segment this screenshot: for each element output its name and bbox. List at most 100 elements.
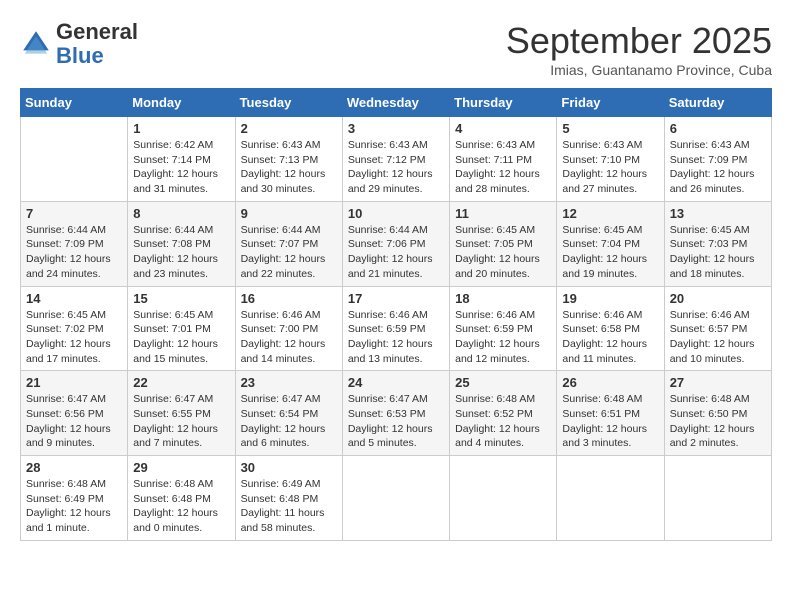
day-number: 17 [348,291,444,306]
day-info: Sunrise: 6:48 AM Sunset: 6:51 PM Dayligh… [562,392,658,451]
day-info: Sunrise: 6:49 AM Sunset: 6:48 PM Dayligh… [241,477,337,536]
day-of-week-header: Monday [128,89,235,117]
calendar-cell: 26 Sunrise: 6:48 AM Sunset: 6:51 PM Dayli… [557,371,664,456]
calendar-cell: 19Sunrise: 6:46 AM Sunset: 6:58 PM Dayli… [557,286,664,371]
logo-general: General [56,19,138,44]
day-info: Sunrise: 6:44 AM Sunset: 7:07 PM Dayligh… [241,223,337,282]
calendar-cell: 28Sunrise: 6:48 AM Sunset: 6:49 PM Dayli… [21,456,128,541]
day-number: 6 [670,121,766,136]
calendar-cell: 10 Sunrise: 6:44 AM Sunset: 7:06 PM Dayli… [342,201,449,286]
day-info: Sunrise: 6:46 AM Sunset: 6:59 PM Dayligh… [455,308,551,367]
day-number: 4 [455,121,551,136]
location: Imias, Guantanamo Province, Cuba [506,62,772,78]
calendar-cell: 3 Sunrise: 6:43 AM Sunset: 7:12 PM Daylig… [342,117,449,202]
calendar-cell: 17 Sunrise: 6:46 AM Sunset: 6:59 PM Dayli… [342,286,449,371]
logo-blue: Blue [56,43,104,68]
day-number: 10 [348,206,444,221]
day-number: 18 [455,291,551,306]
day-info: Sunrise: 6:48 AM Sunset: 6:50 PM Dayligh… [670,392,766,451]
day-number: 12 [562,206,658,221]
day-info: Sunrise: 6:47 AM Sunset: 6:55 PM Dayligh… [133,392,229,451]
calendar-header-row: SundayMondayTuesdayWednesdayThursdayFrid… [21,89,772,117]
calendar-table: SundayMondayTuesdayWednesdayThursdayFrid… [20,88,772,541]
day-number: 1 [133,121,229,136]
day-info: Sunrise: 6:44 AM Sunset: 7:08 PM Dayligh… [133,223,229,282]
day-number: 22 [133,375,229,390]
day-info: Sunrise: 6:43 AM Sunset: 7:12 PM Dayligh… [348,138,444,197]
calendar-cell: 14 Sunrise: 6:45 AM Sunset: 7:02 PM Dayli… [21,286,128,371]
day-number: 16 [241,291,337,306]
day-info: Sunrise: 6:44 AM Sunset: 7:06 PM Dayligh… [348,223,444,282]
calendar-cell: 23Sunrise: 6:47 AM Sunset: 6:54 PM Dayli… [235,371,342,456]
calendar-cell: 1 Sunrise: 6:42 AM Sunset: 7:14 PM Daylig… [128,117,235,202]
day-info: Sunrise: 6:48 AM Sunset: 6:52 PM Dayligh… [455,392,551,451]
day-number: 29 [133,460,229,475]
day-of-week-header: Wednesday [342,89,449,117]
day-info: Sunrise: 6:45 AM Sunset: 7:01 PM Dayligh… [133,308,229,367]
calendar-cell: 27 Sunrise: 6:48 AM Sunset: 6:50 PM Dayli… [664,371,771,456]
calendar-cell: 21Sunrise: 6:47 AM Sunset: 6:56 PM Dayli… [21,371,128,456]
calendar-cell [342,456,449,541]
day-number: 11 [455,206,551,221]
day-number: 3 [348,121,444,136]
logo-icon [20,28,52,60]
calendar-cell: 29Sunrise: 6:48 AM Sunset: 6:48 PM Dayli… [128,456,235,541]
calendar-cell: 20Sunrise: 6:46 AM Sunset: 6:57 PM Dayli… [664,286,771,371]
calendar-cell: 6Sunrise: 6:43 AM Sunset: 7:09 PM Daylig… [664,117,771,202]
calendar-cell: 4 Sunrise: 6:43 AM Sunset: 7:11 PM Daylig… [450,117,557,202]
calendar-cell: 13Sunrise: 6:45 AM Sunset: 7:03 PM Dayli… [664,201,771,286]
day-info: Sunrise: 6:43 AM Sunset: 7:11 PM Dayligh… [455,138,551,197]
day-number: 9 [241,206,337,221]
logo: General Blue [20,20,138,68]
day-number: 30 [241,460,337,475]
day-of-week-header: Friday [557,89,664,117]
calendar-cell [664,456,771,541]
calendar-cell: 24Sunrise: 6:47 AM Sunset: 6:53 PM Dayli… [342,371,449,456]
title-block: September 2025 Imias, Guantanamo Provinc… [506,20,772,78]
calendar-week-row: 7 Sunrise: 6:44 AM Sunset: 7:09 PM Daylig… [21,201,772,286]
calendar-cell: 7 Sunrise: 6:44 AM Sunset: 7:09 PM Daylig… [21,201,128,286]
day-info: Sunrise: 6:46 AM Sunset: 6:59 PM Dayligh… [348,308,444,367]
calendar-cell: 11 Sunrise: 6:45 AM Sunset: 7:05 PM Dayli… [450,201,557,286]
calendar-cell: 16 Sunrise: 6:46 AM Sunset: 7:00 PM Dayli… [235,286,342,371]
calendar-cell: 15 Sunrise: 6:45 AM Sunset: 7:01 PM Dayli… [128,286,235,371]
day-info: Sunrise: 6:43 AM Sunset: 7:10 PM Dayligh… [562,138,658,197]
day-info: Sunrise: 6:47 AM Sunset: 6:53 PM Dayligh… [348,392,444,451]
day-info: Sunrise: 6:43 AM Sunset: 7:13 PM Dayligh… [241,138,337,197]
calendar-cell: 25 Sunrise: 6:48 AM Sunset: 6:52 PM Dayli… [450,371,557,456]
day-number: 26 [562,375,658,390]
day-info: Sunrise: 6:46 AM Sunset: 6:57 PM Dayligh… [670,308,766,367]
day-info: Sunrise: 6:45 AM Sunset: 7:03 PM Dayligh… [670,223,766,282]
day-info: Sunrise: 6:46 AM Sunset: 6:58 PM Dayligh… [562,308,658,367]
calendar-week-row: 14 Sunrise: 6:45 AM Sunset: 7:02 PM Dayli… [21,286,772,371]
day-number: 5 [562,121,658,136]
day-number: 7 [26,206,122,221]
calendar-cell [21,117,128,202]
month-title: September 2025 [506,20,772,62]
calendar-cell [450,456,557,541]
day-of-week-header: Sunday [21,89,128,117]
day-number: 14 [26,291,122,306]
day-number: 27 [670,375,766,390]
day-number: 15 [133,291,229,306]
day-info: Sunrise: 6:44 AM Sunset: 7:09 PM Dayligh… [26,223,122,282]
calendar-week-row: 28Sunrise: 6:48 AM Sunset: 6:49 PM Dayli… [21,456,772,541]
day-info: Sunrise: 6:46 AM Sunset: 7:00 PM Dayligh… [241,308,337,367]
day-number: 23 [241,375,337,390]
day-of-week-header: Tuesday [235,89,342,117]
day-number: 2 [241,121,337,136]
day-info: Sunrise: 6:48 AM Sunset: 6:49 PM Dayligh… [26,477,122,536]
day-info: Sunrise: 6:45 AM Sunset: 7:05 PM Dayligh… [455,223,551,282]
day-info: Sunrise: 6:45 AM Sunset: 7:04 PM Dayligh… [562,223,658,282]
day-info: Sunrise: 6:42 AM Sunset: 7:14 PM Dayligh… [133,138,229,197]
calendar-week-row: 1 Sunrise: 6:42 AM Sunset: 7:14 PM Daylig… [21,117,772,202]
calendar-cell: 12 Sunrise: 6:45 AM Sunset: 7:04 PM Dayli… [557,201,664,286]
day-info: Sunrise: 6:47 AM Sunset: 6:56 PM Dayligh… [26,392,122,451]
calendar-cell: 9 Sunrise: 6:44 AM Sunset: 7:07 PM Daylig… [235,201,342,286]
day-number: 25 [455,375,551,390]
day-of-week-header: Saturday [664,89,771,117]
calendar-cell: 30 Sunrise: 6:49 AM Sunset: 6:48 PM Dayli… [235,456,342,541]
calendar-cell: 18 Sunrise: 6:46 AM Sunset: 6:59 PM Dayli… [450,286,557,371]
calendar-cell: 8Sunrise: 6:44 AM Sunset: 7:08 PM Daylig… [128,201,235,286]
day-info: Sunrise: 6:45 AM Sunset: 7:02 PM Dayligh… [26,308,122,367]
